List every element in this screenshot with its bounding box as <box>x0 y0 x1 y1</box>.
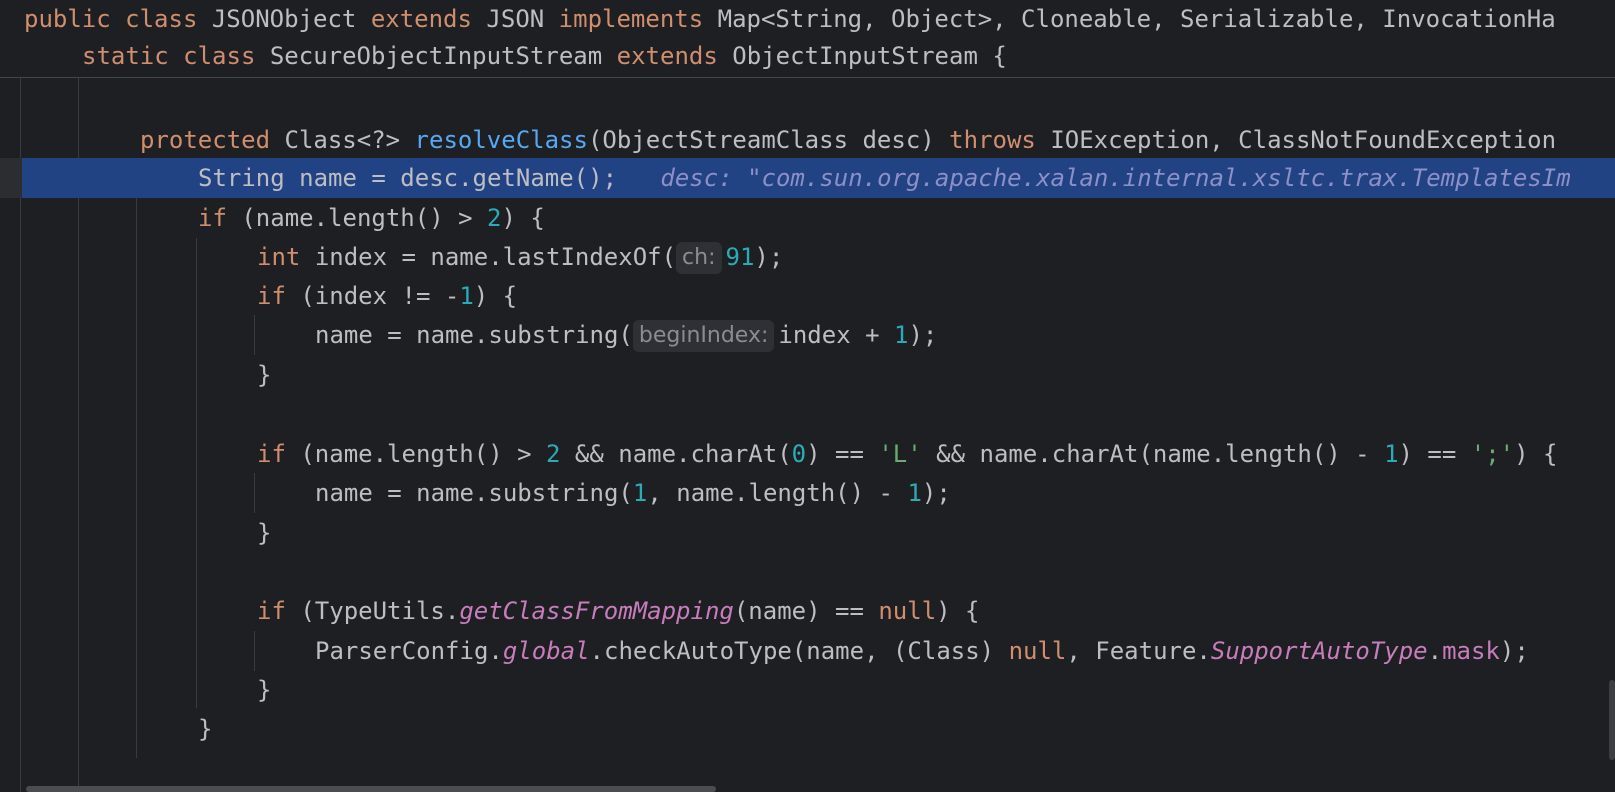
inline-debug-value[interactable]: desc: "com.sun.org.apache.xalan.internal… <box>660 164 1570 192</box>
brace: } <box>257 676 272 704</box>
code-text: (name.length() > <box>241 204 487 232</box>
parameter-hint: beginIndex: <box>632 320 775 352</box>
code-text: ParserConfig. <box>315 637 503 665</box>
code-text: name = name.substring( <box>315 479 633 507</box>
code-text: ) { <box>936 597 980 625</box>
code-line-if-charat[interactable]: if (name.length() > 2 && name.charAt(0) … <box>0 434 1615 474</box>
return-type: Class<?> <box>284 126 401 154</box>
keyword: throws <box>949 126 1036 154</box>
code-text: ); <box>908 321 938 349</box>
code-line-close-brace[interactable]: } <box>0 709 1615 749</box>
code-text: ) == <box>806 440 879 468</box>
vertical-scrollbar[interactable] <box>1609 680 1615 760</box>
code-line-if-index[interactable]: if (index != -1) { <box>0 276 1615 316</box>
code-line-close-brace[interactable]: } <box>0 670 1615 710</box>
code-text: (name) == <box>733 597 879 625</box>
parent-class: JSON <box>486 5 545 33</box>
code-text: .checkAutoType(name, (Class) <box>589 637 1009 665</box>
char-literal: 'L' <box>878 440 922 468</box>
static-method-call: getClassFromMapping <box>459 597 734 625</box>
keyword: null <box>1008 637 1067 665</box>
statement: String name = desc.getName(); <box>198 164 618 192</box>
code-text: (index != - <box>300 282 460 310</box>
code-text: && name.charAt( <box>560 440 792 468</box>
number-literal: 1 <box>907 479 922 507</box>
code-text: ); <box>754 243 784 271</box>
execution-gutter-marker[interactable] <box>0 158 22 198</box>
number-literal: 1 <box>459 282 474 310</box>
field: mask <box>1442 637 1500 665</box>
number-literal: 91 <box>725 243 755 271</box>
sticky-scope-header: public class JSONObject extends JSON imp… <box>0 0 1615 78</box>
code-line-substring-index[interactable]: name = name.substring(beginIndex: index +… <box>0 315 1615 355</box>
number-literal: 1 <box>632 479 648 507</box>
parameter-hint: ch: <box>676 242 722 274</box>
code-text: ) { <box>1514 440 1558 468</box>
code-line-check-auto-type[interactable]: ParserConfig.global.checkAutoType(name, … <box>0 631 1615 671</box>
code-text: ); <box>1499 637 1529 665</box>
class-name: SecureObjectInputStream <box>269 42 603 70</box>
keyword: if <box>257 440 286 468</box>
horizontal-scrollbar[interactable] <box>26 786 716 792</box>
code-text: (TypeUtils. <box>300 597 460 625</box>
brace: } <box>198 715 213 743</box>
sticky-line-class-secure-stream[interactable]: static class SecureObjectInputStream ext… <box>82 37 1007 75</box>
code-text: name = name.substring( <box>315 321 633 349</box>
code-text: ); <box>921 479 951 507</box>
interface-list: Map<String, Object>, Cloneable, Serializ… <box>717 5 1556 33</box>
code-line-if-length[interactable]: if (name.length() > 2) { <box>0 198 1615 238</box>
code-text: index = name.lastIndexOf( <box>314 243 677 271</box>
keyword: implements <box>558 5 704 33</box>
number-literal: 0 <box>791 440 807 468</box>
parameters: (ObjectStreamClass desc) <box>587 126 935 154</box>
code-text: , name.length() - <box>647 479 908 507</box>
code-area[interactable]: protected Class<?> resolveClass(ObjectSt… <box>0 78 1615 792</box>
code-editor[interactable]: public class JSONObject extends JSON imp… <box>0 0 1615 792</box>
keyword: null <box>878 597 937 625</box>
static-field: global <box>502 637 590 665</box>
code-text: index + <box>778 321 894 349</box>
code-line-close-brace[interactable]: } <box>0 513 1615 553</box>
keyword: int <box>257 243 301 271</box>
sticky-line-class-jsonobject[interactable]: public class JSONObject extends JSON imp… <box>24 0 1556 38</box>
keyword: if <box>198 204 227 232</box>
keyword: if <box>257 282 286 310</box>
code-line-execution-point[interactable]: String name = desc.getName(); desc: "com… <box>0 158 1615 198</box>
char-literal: ';' <box>1470 440 1515 468</box>
code-line-if-mapping[interactable]: if (TypeUtils.getClassFromMapping(name) … <box>0 591 1615 631</box>
keyword: if <box>257 597 286 625</box>
code-text: . <box>1427 637 1443 665</box>
code-text: , Feature. <box>1066 637 1211 665</box>
number-literal: 2 <box>546 440 561 468</box>
class-name: JSONObject <box>211 5 357 33</box>
exception-list: IOException, ClassNotFoundException <box>1050 126 1557 154</box>
keyword: extends <box>370 5 472 33</box>
keyword: extends <box>616 42 718 70</box>
keyword: protected <box>140 126 271 154</box>
method-name: resolveClass <box>414 126 588 154</box>
brace: } <box>257 519 272 547</box>
code-line-close-brace[interactable]: } <box>0 355 1615 395</box>
code-text: ) == <box>1398 440 1471 468</box>
brace: } <box>257 361 272 389</box>
number-literal: 2 <box>487 204 502 232</box>
keyword: class <box>183 42 256 70</box>
parent-class: ObjectInputStream { <box>732 42 1007 70</box>
number-literal: 1 <box>1384 440 1399 468</box>
code-line-substring-strip[interactable]: name = name.substring(1, name.length() -… <box>0 473 1615 513</box>
enum-constant: SupportAutoType <box>1210 637 1428 665</box>
number-literal: 1 <box>893 321 909 349</box>
code-text: ) { <box>501 204 545 232</box>
code-line-method-decl[interactable]: protected Class<?> resolveClass(ObjectSt… <box>0 120 1615 160</box>
code-text: (name.length() > <box>300 440 546 468</box>
keyword: static <box>82 42 169 70</box>
code-text: ) { <box>473 282 518 310</box>
code-text: && name.charAt(name.length() - <box>921 440 1385 468</box>
keyword: class <box>125 5 198 33</box>
code-line-int-index[interactable]: int index = name.lastIndexOf(ch: 91); <box>0 237 1615 277</box>
keyword: public <box>24 5 111 33</box>
